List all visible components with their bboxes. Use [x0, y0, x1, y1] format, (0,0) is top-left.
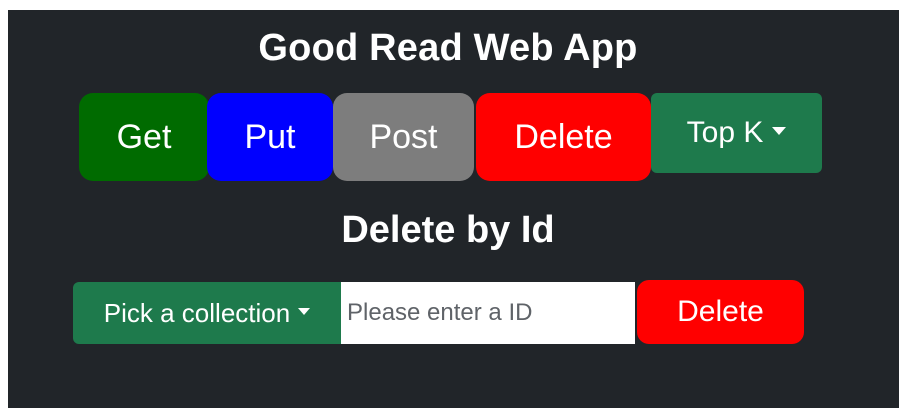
caret-down-icon: [298, 307, 311, 315]
delete-button[interactable]: Delete: [476, 93, 651, 181]
section-title: Delete by Id: [341, 209, 555, 251]
delete-submit-button[interactable]: Delete: [637, 280, 804, 344]
id-input[interactable]: [341, 282, 635, 344]
get-button[interactable]: Get: [79, 93, 209, 181]
top-k-label: Top K: [686, 116, 764, 149]
post-button[interactable]: Post: [333, 93, 474, 181]
app-container: Good Read Web App Get Put Post Delete To…: [8, 10, 899, 408]
put-button[interactable]: Put: [207, 93, 333, 181]
collection-picker-label: Pick a collection: [103, 297, 291, 328]
collection-picker-dropdown[interactable]: Pick a collection: [73, 282, 341, 344]
caret-down-icon: [772, 127, 787, 135]
top-k-dropdown[interactable]: Top K: [651, 93, 822, 173]
